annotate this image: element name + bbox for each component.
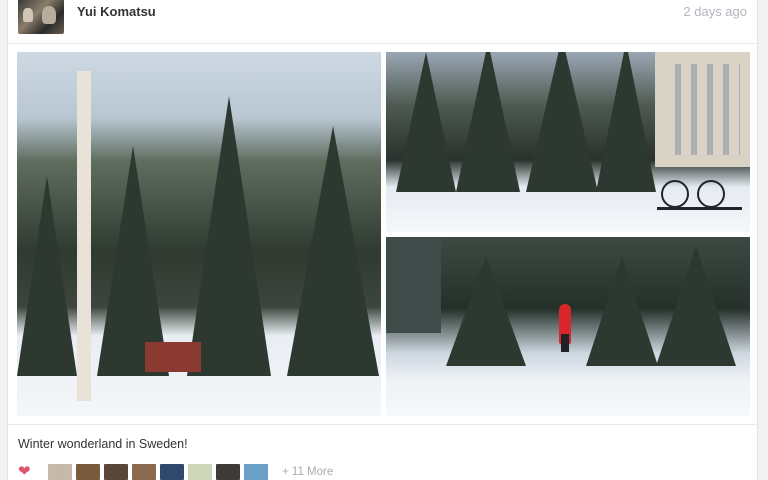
heart-icon[interactable]: ❤: [18, 464, 34, 480]
photo-building-snow[interactable]: [386, 52, 750, 232]
photo-red-coat-walker[interactable]: [386, 237, 750, 416]
more-likers-link[interactable]: + 11 More: [282, 466, 333, 478]
author-name[interactable]: Yui Komatsu: [77, 4, 156, 19]
author-avatar[interactable]: [18, 0, 64, 34]
red-cabin: [145, 342, 201, 372]
liker-avatar[interactable]: [76, 464, 100, 480]
liker-avatar[interactable]: [188, 464, 212, 480]
post-caption: Winter wonderland in Sweden!: [18, 437, 188, 451]
parked-bicycles: [657, 174, 742, 210]
building-wall: [386, 237, 441, 333]
liker-avatar[interactable]: [104, 464, 128, 480]
liker-avatar[interactable]: [216, 464, 240, 480]
post-header: Yui Komatsu 2 days ago: [8, 0, 757, 44]
walker-red-coat: [559, 304, 571, 352]
liker-avatar[interactable]: [48, 464, 72, 480]
post-card: Yui Komatsu 2 days ago Winter wonderland…: [7, 0, 758, 480]
divider: [8, 424, 757, 425]
apartment-building: [655, 52, 750, 167]
photo-forest-path[interactable]: [17, 52, 381, 416]
post-timestamp[interactable]: 2 days ago: [683, 4, 747, 19]
likes-row: ❤ + 11 More: [18, 464, 333, 480]
liker-avatar[interactable]: [132, 464, 156, 480]
liker-avatar[interactable]: [160, 464, 184, 480]
liker-avatar[interactable]: [244, 464, 268, 480]
